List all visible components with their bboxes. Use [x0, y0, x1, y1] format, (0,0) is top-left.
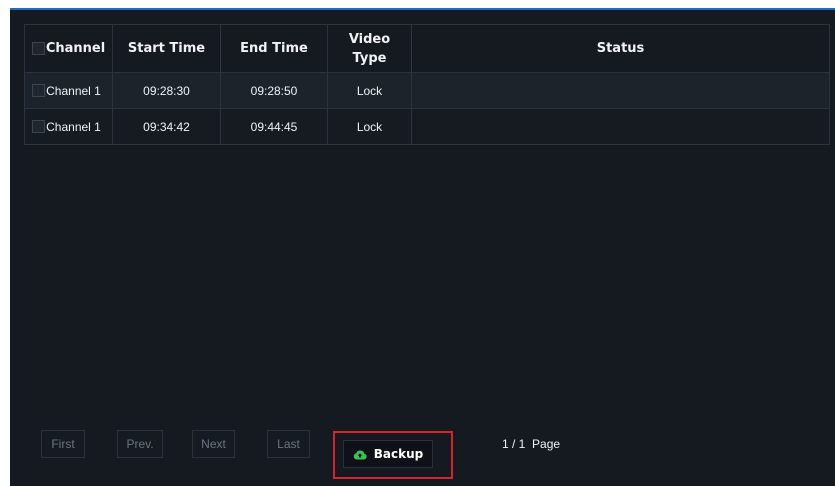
end-time-column-header: End Time [220, 24, 328, 73]
channel-column-header: Channel [24, 24, 113, 73]
outer-margin [0, 0, 10, 486]
record-table: Channel Start Time End Time Video Type S… [24, 24, 830, 145]
video-type-column-header: Video Type [327, 24, 412, 73]
cloud-upload-icon [353, 449, 367, 460]
end-time-cell: 09:44:45 [220, 108, 328, 145]
next-page-button[interactable]: Next [192, 430, 235, 458]
status-cell [411, 108, 830, 145]
channel-header-label: Channel [45, 41, 106, 56]
end-time-cell: 09:28:50 [220, 72, 328, 109]
channel-cell: Channel 1 [24, 72, 113, 109]
video-type-cell: Lock [327, 108, 412, 145]
prev-page-button[interactable]: Prev. [117, 430, 163, 458]
page-indicator: 1 / 1 Page [502, 437, 561, 451]
backup-button-label: Backup [373, 447, 424, 461]
start-time-cell: 09:28:30 [112, 72, 221, 109]
video-type-cell: Lock [327, 72, 412, 109]
status-cell [411, 72, 830, 109]
start-time-cell: 09:34:42 [112, 108, 221, 145]
select-all-checkbox[interactable] [32, 41, 45, 55]
record-list-panel: Channel Start Time End Time Video Type S… [10, 8, 835, 486]
channel-value: Channel 1 [46, 119, 101, 134]
row-checkbox[interactable] [32, 83, 45, 97]
backup-button[interactable]: Backup [343, 440, 433, 468]
last-page-button[interactable]: Last [267, 430, 310, 458]
table-row[interactable]: Channel 1 09:28:30 09:28:50 Lock [24, 72, 830, 109]
first-page-button[interactable]: First [41, 430, 85, 458]
status-column-header: Status [411, 24, 830, 73]
row-checkbox[interactable] [32, 119, 45, 133]
table-header-row: Channel Start Time End Time Video Type S… [24, 24, 830, 73]
channel-value: Channel 1 [46, 83, 101, 98]
channel-cell: Channel 1 [24, 108, 113, 145]
start-time-column-header: Start Time [112, 24, 221, 73]
table-row[interactable]: Channel 1 09:34:42 09:44:45 Lock [24, 108, 830, 145]
